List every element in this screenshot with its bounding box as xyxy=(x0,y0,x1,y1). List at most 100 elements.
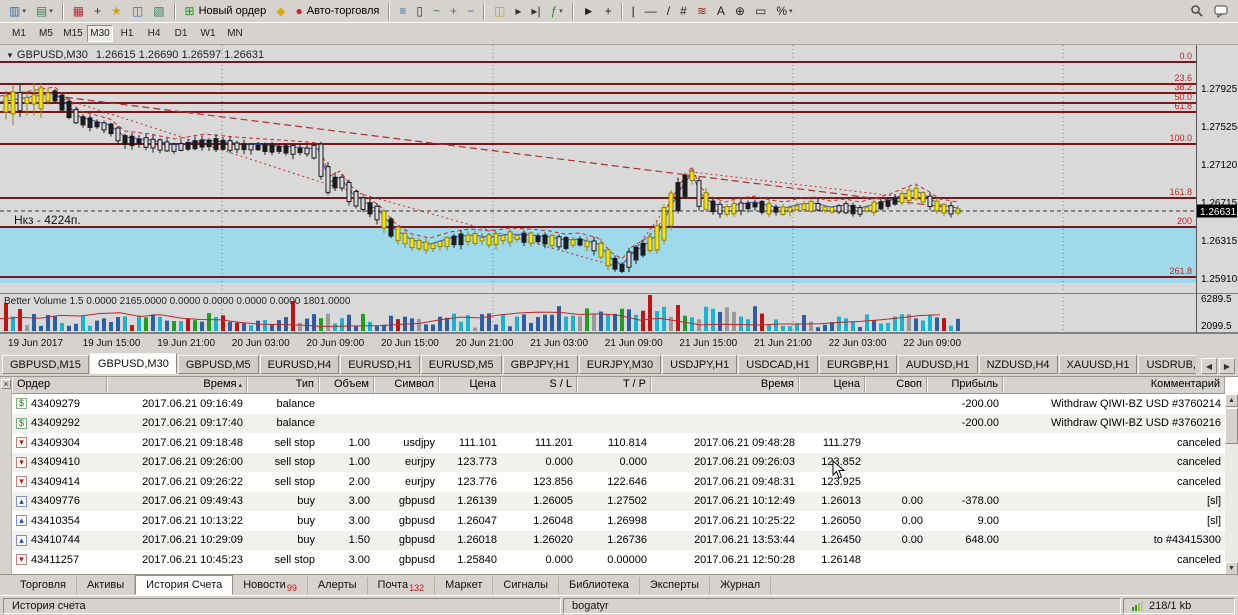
chart-tab-gbpusd-m15[interactable]: GBPUSD,M15 xyxy=(2,355,89,374)
chart-tab-gbpjpy-h1[interactable]: GBPJPY,H1 xyxy=(503,355,578,374)
tab-aktivy[interactable]: Активы xyxy=(77,577,135,595)
indicators-button[interactable]: ƒ▾ xyxy=(547,2,567,21)
scrollbar-thumb[interactable] xyxy=(1225,408,1238,444)
timeframe-w1[interactable]: W1 xyxy=(195,25,221,42)
zoom-in-button[interactable]: + xyxy=(446,2,461,21)
column-header-swap[interactable]: Своп xyxy=(865,377,927,393)
history-row[interactable]: ▾434093042017.06.21 09:18:48sell stop1.0… xyxy=(12,433,1225,453)
cursor-tool-button[interactable]: ► xyxy=(579,2,599,21)
chart-tab-gbpusd-m5[interactable]: GBPUSD,M5 xyxy=(178,355,259,374)
chart-background xyxy=(0,45,1238,333)
timeframe-h1[interactable]: H1 xyxy=(114,25,140,42)
new-chart-button[interactable]: ▥▾ xyxy=(5,2,30,21)
timeframe-m30[interactable]: M30 xyxy=(87,25,113,42)
tabs-scroll-left-button[interactable]: ◀ xyxy=(1201,358,1217,374)
timeframe-mn[interactable]: MN xyxy=(222,25,248,42)
timeframe-m1[interactable]: M1 xyxy=(6,25,32,42)
timeframe-m15[interactable]: M15 xyxy=(60,25,86,42)
tab-pochta[interactable]: Почта132 xyxy=(368,577,436,595)
channel-tool-button[interactable]: # xyxy=(676,2,691,21)
column-header-order[interactable]: Ордер xyxy=(12,377,107,393)
bar-chart-mode-button[interactable]: ≡ xyxy=(395,2,410,21)
tile-windows-button[interactable]: ◫ xyxy=(490,2,509,21)
tab-signaly[interactable]: Сигналы xyxy=(493,577,559,595)
text-tool-button[interactable]: A xyxy=(713,2,729,21)
chart-tab-nzdusd-h4[interactable]: NZDUSD,H4 xyxy=(979,355,1058,374)
history-row[interactable]: ▴434097762017.06.21 09:49:43buy3.00gbpus… xyxy=(12,492,1225,512)
timeframe-d1[interactable]: D1 xyxy=(168,25,194,42)
column-header-volume[interactable]: Объем xyxy=(319,377,374,393)
history-row[interactable]: $434092922017.06.21 09:17:40balance-200.… xyxy=(12,414,1225,434)
timeframe-h4[interactable]: H4 xyxy=(141,25,167,42)
profiles-button[interactable]: ▤▾ xyxy=(32,2,57,21)
chart-tab-xauusd-h1[interactable]: XAUUSD,H1 xyxy=(1059,355,1138,374)
search-button[interactable] xyxy=(1186,2,1208,21)
fibonacci-tool-button[interactable]: ≋ xyxy=(693,2,711,21)
tab-torgovlya[interactable]: Торговля xyxy=(10,577,77,595)
auto-trading-button[interactable]: ●Авто-торговля xyxy=(291,2,383,21)
chart-collapse-icon[interactable]: ▼ xyxy=(6,51,14,60)
column-header-comment[interactable]: Комментарий xyxy=(1003,377,1225,393)
timeframe-m5[interactable]: M5 xyxy=(33,25,59,42)
chart-tab-eurusd-m5[interactable]: EURUSD,M5 xyxy=(421,355,502,374)
navigator-button[interactable]: ★ xyxy=(107,2,126,21)
strategy-tester-button[interactable]: ▧ xyxy=(149,2,168,21)
column-header-close-price[interactable]: Цена xyxy=(799,377,865,393)
history-row[interactable]: ▴434103542017.06.21 10:13:22buy3.00gbpus… xyxy=(12,511,1225,531)
column-header-symbol[interactable]: Символ xyxy=(374,377,439,393)
column-header-close-time[interactable]: Время xyxy=(651,377,799,393)
chart-tab-eurusd-h1[interactable]: EURUSD,H1 xyxy=(340,355,420,374)
tab-alerty[interactable]: Алерты xyxy=(308,577,368,595)
history-row[interactable]: ▾434094142017.06.21 09:26:22sell stop2.0… xyxy=(12,472,1225,492)
history-row[interactable]: ▴434107442017.06.21 10:29:09buy1.50gbpus… xyxy=(12,531,1225,551)
column-header-tp[interactable]: T / P xyxy=(577,377,651,393)
tabs-scroll-right-button[interactable]: ▶ xyxy=(1219,358,1235,374)
community-button[interactable] xyxy=(1210,2,1233,21)
auto-trading-label: Авто-торговля xyxy=(307,5,380,17)
periods-tool-button[interactable]: %▾ xyxy=(772,2,796,21)
history-row[interactable]: ▾434112572017.06.21 10:45:23sell stop3.0… xyxy=(12,550,1225,570)
zoom-out-button[interactable]: − xyxy=(463,2,478,21)
column-header-price[interactable]: Цена xyxy=(439,377,501,393)
terminal-button[interactable]: ◫ xyxy=(128,2,147,21)
scroll-up-button[interactable]: ▲ xyxy=(1225,394,1238,407)
chart-tab-eurgbp-h1[interactable]: EURGBP,H1 xyxy=(819,355,897,374)
history-row[interactable]: $434092792017.06.21 09:16:49balance-200.… xyxy=(12,394,1225,414)
history-row[interactable]: ▾434094102017.06.21 09:26:00sell stop1.0… xyxy=(12,453,1225,473)
tab-eksperty[interactable]: Эксперты xyxy=(640,577,710,595)
chart-tab-usdjpy-h1[interactable]: USDJPY,H1 xyxy=(662,355,737,374)
horizontal-line-tool-button[interactable]: — xyxy=(641,2,661,21)
price-chart[interactable]: 0.023.638.250.061.8100.0161.8200261.81.2… xyxy=(0,45,1238,333)
tab-market[interactable]: Маркет xyxy=(435,577,493,595)
shapes-tool-button[interactable]: ▭ xyxy=(751,2,770,21)
arrows-tool-button[interactable]: ⊕ xyxy=(731,2,749,21)
new-order-button[interactable]: ⊞Новый ордер xyxy=(181,2,271,21)
data-window-button[interactable]: + xyxy=(90,2,105,21)
tab-novosti[interactable]: Новости99 xyxy=(233,577,308,595)
auto-scroll-button[interactable]: ▸ xyxy=(511,2,525,21)
column-header-type[interactable]: Тип xyxy=(247,377,319,393)
chart-shift-button[interactable]: ▸| xyxy=(527,2,544,21)
tab-biblioteka[interactable]: Библиотека xyxy=(559,577,640,595)
close-terminal-button[interactable]: × xyxy=(1,379,11,389)
column-header-sl[interactable]: S / L xyxy=(501,377,577,393)
chart-tab-eurjpy-m30[interactable]: EURJPY,M30 xyxy=(579,355,661,374)
chart-tab-usdrub-daily[interactable]: USDRUB,Daily xyxy=(1138,355,1196,374)
tab-zhurnal[interactable]: Журнал xyxy=(710,577,771,595)
vertical-scrollbar[interactable]: ▲ ▼ xyxy=(1225,394,1238,575)
line-chart-mode-button[interactable]: ~ xyxy=(429,2,444,21)
chart-tab-gbpusd-m30[interactable]: GBPUSD,M30 xyxy=(90,353,177,374)
chart-tab-audusd-h1[interactable]: AUDUSD,H1 xyxy=(898,355,978,374)
candlestick-chart-mode-button[interactable]: ▯ xyxy=(412,2,427,21)
metaeditor-button[interactable]: ◆ xyxy=(272,2,289,21)
market-watch-button[interactable]: ▦ xyxy=(69,2,88,21)
chart-tab-eurusd-h4[interactable]: EURUSD,H4 xyxy=(260,355,340,374)
column-header-open-time[interactable]: Время▴ xyxy=(107,377,247,393)
time-axis[interactable]: 19 Jun 201719 Jun 15:0019 Jun 21:0020 Ju… xyxy=(0,333,1238,352)
crosshair-tool-button[interactable]: + xyxy=(601,2,616,21)
trendline-tool-button[interactable]: / xyxy=(663,2,674,21)
chart-tab-usdcad-h1[interactable]: USDCAD,H1 xyxy=(738,355,818,374)
column-header-profit[interactable]: Прибыль xyxy=(927,377,1003,393)
vertical-line-tool-button[interactable]: | xyxy=(628,2,639,21)
tab-istoriya-scheta[interactable]: История Счета xyxy=(135,575,233,595)
